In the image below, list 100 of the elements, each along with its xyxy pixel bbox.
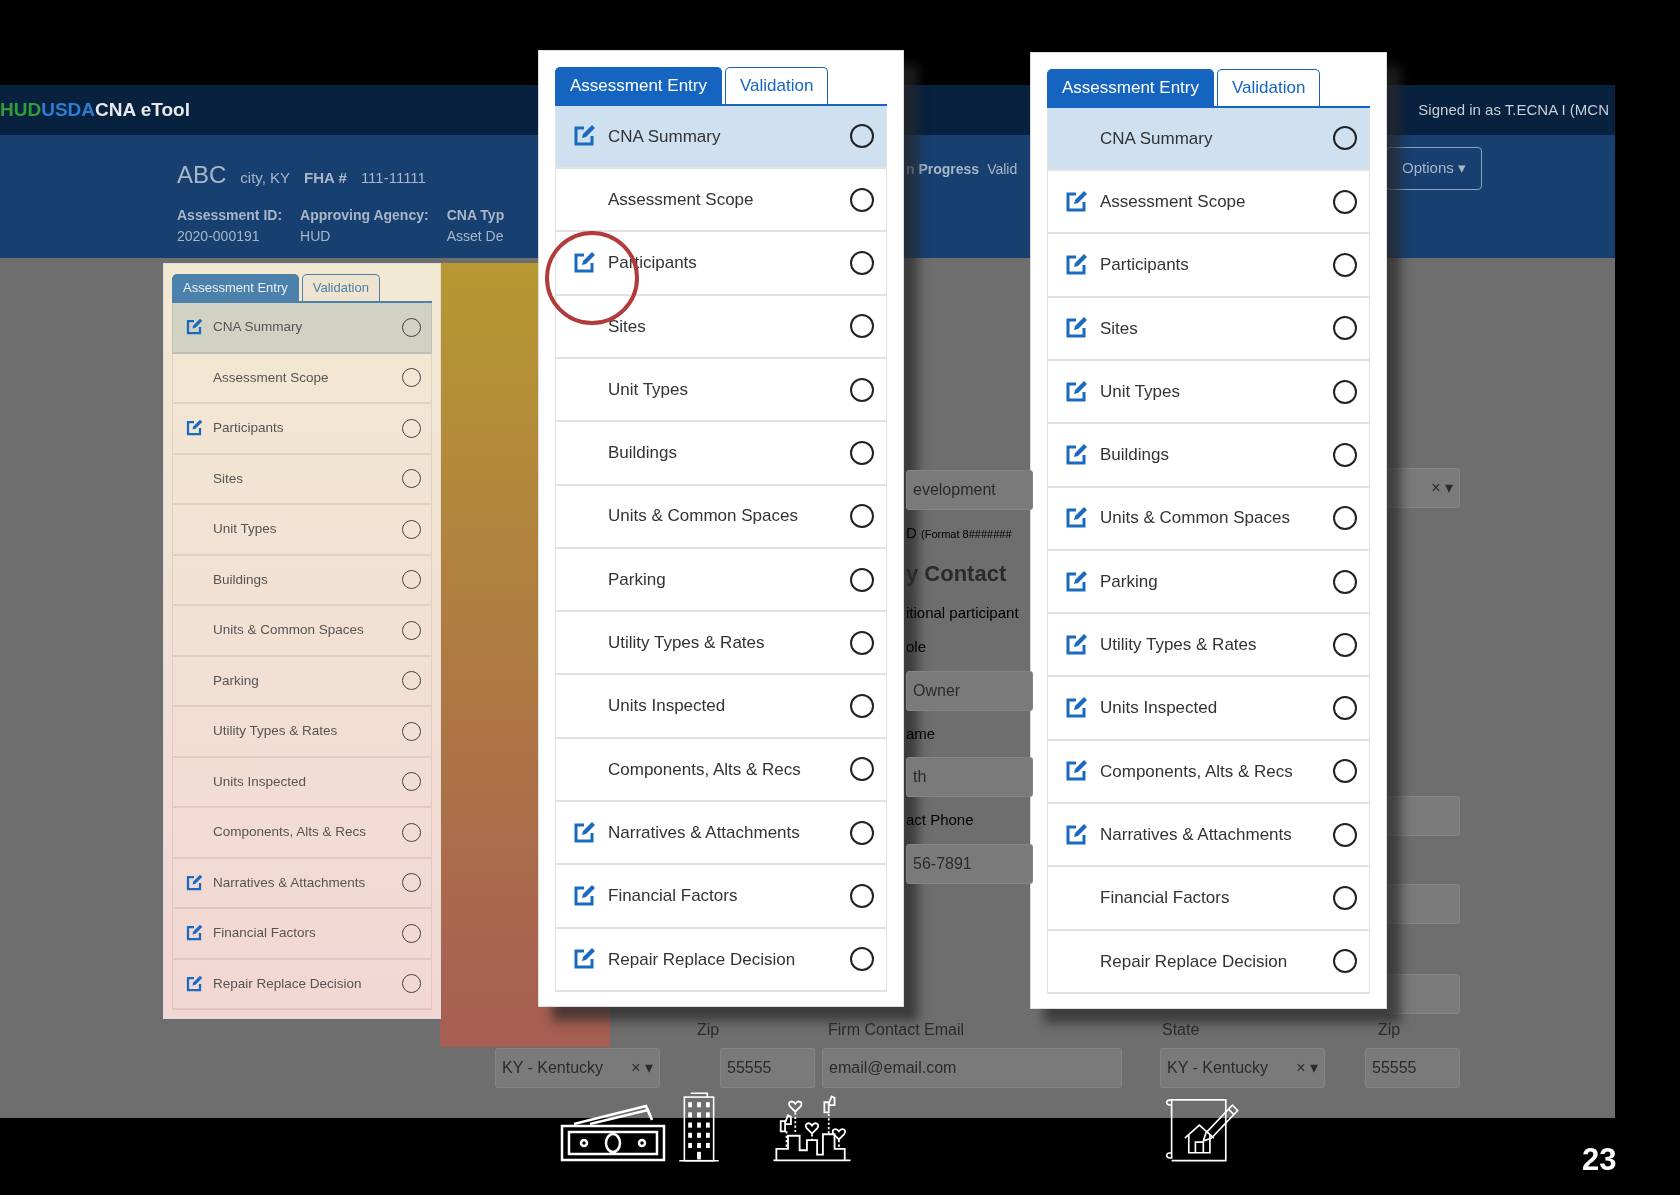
status-radio[interactable]: [850, 884, 874, 908]
status-radio[interactable]: [850, 694, 874, 719]
nav-list-item[interactable]: Unit Types: [1047, 361, 1370, 425]
status-radio[interactable]: [1333, 253, 1357, 278]
nav-list-item[interactable]: Utility Types & Rates: [1047, 614, 1370, 678]
nav-list-item[interactable]: Utility Types & Rates: [555, 612, 887, 676]
status-radio[interactable]: [850, 377, 874, 402]
status-radio[interactable]: [850, 504, 874, 529]
edit-icon[interactable]: [185, 924, 203, 943]
status-radio[interactable]: [850, 124, 874, 149]
status-radio[interactable]: [1333, 696, 1357, 721]
edit-icon[interactable]: [1064, 253, 1088, 278]
status-radio[interactable]: [850, 440, 874, 465]
nav-list-item[interactable]: Units Inspected: [172, 757, 432, 809]
nav-list-item[interactable]: Financial Factors: [1047, 867, 1370, 931]
nav-list-item[interactable]: Components, Alts & Recs: [555, 738, 887, 803]
nav-list-item[interactable]: Assessment Scope: [172, 353, 432, 405]
validation-link[interactable]: Valid: [987, 159, 1018, 180]
tab[interactable]: Validation: [725, 67, 829, 104]
edit-icon[interactable]: [185, 873, 203, 892]
tab[interactable]: Assessment Entry: [172, 274, 299, 302]
nav-list-item[interactable]: Sites: [172, 454, 432, 506]
nav-list-item[interactable]: Narratives & Attachments: [172, 858, 432, 910]
edit-icon[interactable]: [1064, 442, 1088, 467]
nav-list-item[interactable]: Buildings: [555, 422, 887, 486]
nav-list-item[interactable]: Parking: [555, 548, 887, 613]
nav-list-item[interactable]: Components, Alts & Recs: [1047, 740, 1370, 805]
status-radio[interactable]: [1333, 316, 1357, 341]
nav-list-item[interactable]: Participants: [1047, 234, 1370, 298]
form-field[interactable]: [1386, 796, 1460, 836]
nav-list-item[interactable]: Units Inspected: [555, 675, 887, 739]
nav-list-item[interactable]: Sites: [555, 295, 887, 359]
edit-icon[interactable]: [185, 318, 203, 337]
nav-list-item[interactable]: Repair Replace Decision: [1047, 930, 1370, 994]
status-radio[interactable]: [850, 567, 874, 592]
nav-list-item[interactable]: Unit Types: [172, 505, 432, 556]
edit-icon[interactable]: [572, 251, 596, 276]
status-radio[interactable]: [1333, 759, 1357, 784]
status-radio[interactable]: [850, 630, 874, 655]
nav-list-item[interactable]: Assessment Scope: [555, 169, 887, 233]
nav-list-item[interactable]: Units Inspected: [1047, 677, 1370, 741]
nav-list-item[interactable]: Components, Alts & Recs: [172, 808, 432, 859]
nav-list-item[interactable]: Narratives & Attachments: [555, 802, 887, 866]
edit-icon[interactable]: [572, 884, 596, 908]
edit-icon[interactable]: [572, 124, 596, 149]
edit-icon[interactable]: [1064, 379, 1088, 404]
nav-list-item[interactable]: Sites: [1047, 297, 1370, 361]
nav-list-item[interactable]: Parking: [1047, 550, 1370, 615]
edit-icon[interactable]: [1064, 569, 1088, 594]
tab[interactable]: Assessment Entry: [555, 67, 722, 104]
status-radio[interactable]: [850, 314, 874, 339]
edit-icon[interactable]: [1064, 189, 1088, 214]
nav-list-item[interactable]: Participants: [172, 404, 432, 455]
nav-list-item[interactable]: Repair Replace Decision: [555, 928, 887, 992]
edit-icon[interactable]: [1064, 632, 1088, 657]
nav-list-item[interactable]: Parking: [172, 656, 432, 708]
status-radio[interactable]: [850, 820, 874, 845]
edit-icon[interactable]: [1064, 506, 1088, 531]
form-field[interactable]: [1386, 884, 1460, 924]
nav-list-item[interactable]: Financial Factors: [555, 865, 887, 929]
edit-icon[interactable]: [185, 974, 203, 993]
nav-list-item[interactable]: Unit Types: [555, 359, 887, 423]
nav-list-item[interactable]: CNA Summary: [555, 105, 887, 170]
edit-icon[interactable]: [185, 419, 203, 438]
status-radio[interactable]: [850, 251, 874, 276]
nav-list-item[interactable]: Repair Replace Decision: [172, 959, 432, 1011]
edit-icon[interactable]: [572, 820, 596, 845]
status-radio[interactable]: [850, 947, 874, 972]
edit-icon[interactable]: [572, 947, 596, 972]
status-radio[interactable]: [1333, 949, 1357, 974]
nav-list-item[interactable]: Buildings: [172, 555, 432, 607]
nav-list-item[interactable]: Narratives & Attachments: [1047, 804, 1370, 868]
app-brand[interactable]: HUDUSDACNA eTool: [0, 95, 190, 125]
edit-icon[interactable]: [1064, 316, 1088, 341]
status-radio[interactable]: [1333, 379, 1357, 404]
status-radio[interactable]: [850, 187, 874, 212]
nav-list-item[interactable]: Financial Factors: [172, 909, 432, 960]
nav-list-item[interactable]: Units & Common Spaces: [172, 606, 432, 657]
status-radio[interactable]: [1333, 886, 1357, 910]
tab[interactable]: Assessment Entry: [1047, 69, 1214, 106]
status-radio[interactable]: [1333, 506, 1357, 531]
status-radio[interactable]: [1333, 442, 1357, 467]
edit-icon[interactable]: [1064, 822, 1088, 847]
status-radio[interactable]: [1333, 822, 1357, 847]
tab[interactable]: Validation: [1217, 69, 1321, 106]
status-radio[interactable]: [1333, 569, 1357, 594]
nav-list-item[interactable]: CNA Summary: [172, 303, 432, 354]
nav-list-item[interactable]: Buildings: [1047, 424, 1370, 488]
status-radio[interactable]: [1333, 632, 1357, 657]
status-radio[interactable]: [1333, 126, 1357, 151]
nav-list-item[interactable]: Utility Types & Rates: [172, 707, 432, 758]
status-radio[interactable]: [850, 757, 874, 782]
form-field[interactable]: [1386, 974, 1460, 1014]
nav-list-item[interactable]: Assessment Scope: [1047, 171, 1370, 235]
nav-list-item[interactable]: Units & Common Spaces: [555, 485, 887, 549]
nav-list-item[interactable]: CNA Summary: [1047, 107, 1370, 172]
edit-icon[interactable]: [1064, 696, 1088, 721]
status-radio[interactable]: [1333, 189, 1357, 214]
edit-icon[interactable]: [1064, 759, 1088, 784]
nav-list-item[interactable]: Units & Common Spaces: [1047, 487, 1370, 551]
